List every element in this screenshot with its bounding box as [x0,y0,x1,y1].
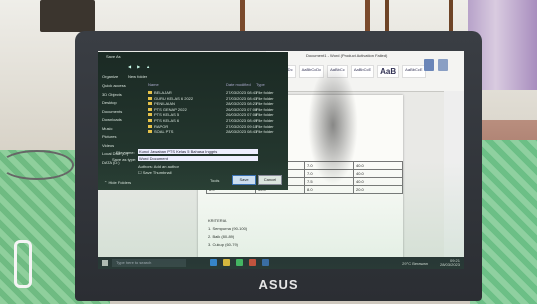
photo-scene: Document1 - Word (Product Activation Fai… [0,0,537,304]
tools-dropdown[interactable]: Tools [210,178,219,183]
charger-cable [0,150,74,180]
find-icon[interactable] [424,59,434,71]
list-item: 1. Sempurna (90-100) [208,226,248,231]
list-item: KRITERIA [208,218,227,223]
taskbar-search[interactable]: Type here to search [112,259,186,267]
earphone [14,240,32,288]
nav-item[interactable]: Desktop [102,99,142,108]
list-item: 3. Cukup (60-79) [208,242,239,247]
folder-icon [148,124,152,128]
file-explorer-icon[interactable] [223,259,230,266]
folder-icon [148,91,152,94]
replace-icon[interactable] [438,59,448,71]
office-icon[interactable] [249,259,256,266]
word-ribbon: Document1 - Word (Product Activation Fai… [266,51,464,92]
laptop: Document1 - Word (Product Activation Fai… [75,31,482,301]
edge-icon[interactable] [210,259,217,266]
style-title[interactable]: AaB [377,65,400,78]
nav-item[interactable]: Music [102,125,142,134]
table-cell: 8.0 [304,185,354,194]
file-type: File folder [256,129,274,135]
new-folder-button[interactable]: New folder [128,74,147,79]
organize-button[interactable]: Organize [102,74,118,79]
list-item: 2. Baik (80-89) [208,234,235,239]
style-subtitle[interactable]: AaBbCcE [402,65,426,78]
folder-icon [148,113,152,117]
save-type-select[interactable]: Word Document [138,156,258,161]
laptop-screen: Document1 - Word (Product Activation Fai… [98,51,464,269]
chevron-up-icon: ⌃ [104,180,108,185]
table-cell: 20.0 [353,185,403,194]
table-cell: 40.0 [353,169,403,178]
criteria-list: KRITERIA 1. Sempurna (90-100) 2. Baik (8… [208,217,247,249]
wooden-chair [240,0,370,34]
laptop-bezel: ASUS [75,268,482,301]
folder-icon [148,107,152,111]
hide-folders-button[interactable]: ⌃ Hide Folders [104,180,131,185]
clock-date: 28/03/2023 [439,262,460,267]
chrome-icon[interactable] [236,259,243,266]
address-bar[interactable]: ◀ ▶ ▲ [128,64,150,69]
nav-item[interactable]: Pictures [102,133,142,142]
column-date[interactable]: Date modified [226,82,251,87]
file-name: SOAL PTS [154,129,174,135]
file-date: 28/03/2023 08:41 [226,129,258,135]
column-name[interactable]: Name [148,82,159,87]
clock[interactable]: 09:21 28/03/2023 [440,259,460,267]
authors-row: Authors: Add an author [138,164,179,169]
thumbnail-label: Save Thumbnail [142,170,172,175]
dialog-title: Save As [106,54,121,59]
table-cell: 40.0 [353,161,403,170]
authors-input[interactable]: Add an author [154,164,179,169]
folder-icon [148,118,152,122]
windows-start-icon[interactable] [102,260,108,266]
pinned-apps [210,259,269,266]
table-cell: 40.0 [353,177,403,186]
dark-chair [40,0,95,32]
hide-folders-label: Hide Folders [108,180,132,185]
file-name-label: File name: [116,150,135,155]
save-type-label: Save as type: [112,157,137,162]
nav-item[interactable]: Downloads [102,116,142,125]
list-item[interactable]: SOAL PTS 28/03/2023 08:41 File folder [148,129,288,135]
folder-icon [148,102,152,106]
word-title: Document1 - Word (Product Activation Fai… [306,53,388,58]
thumbnail-checkbox[interactable]: ☐ Save Thumbnail [138,170,172,175]
word-icon[interactable] [262,259,269,266]
up-icon[interactable]: ▲ [146,64,150,69]
nav-item[interactable]: Documents [102,108,142,117]
file-list: BELAJAR 27/03/2023 08:41 File folder GURU … [148,90,288,135]
nav-item[interactable]: 3D Objects [102,91,142,100]
save-button[interactable]: Save [232,175,256,185]
folder-icon [148,96,152,100]
asus-logo: ASUS [258,277,299,292]
save-as-dialog: Save As ◀ ▶ ▲ Organize New folder Quick … [98,52,288,190]
checkbox-icon[interactable]: ☐ [138,170,142,175]
file-name-input[interactable]: Kunci Jawaban PTS Kelas 5 Bahasa Inggris [138,149,258,154]
screen-reflection [308,65,358,185]
column-type[interactable]: Type [256,82,265,87]
back-icon[interactable]: ◀ [128,64,131,69]
folder-icon [148,130,152,134]
weather-status[interactable]: 29°C Berawan [402,261,428,266]
word-side-panel [444,91,464,261]
nav-item[interactable]: Videos [102,142,142,151]
authors-label: Authors: [138,164,153,169]
nav-item[interactable]: Quick access [102,82,142,91]
forward-icon[interactable]: ▶ [137,64,140,69]
cancel-button[interactable]: Cancel [258,175,282,185]
